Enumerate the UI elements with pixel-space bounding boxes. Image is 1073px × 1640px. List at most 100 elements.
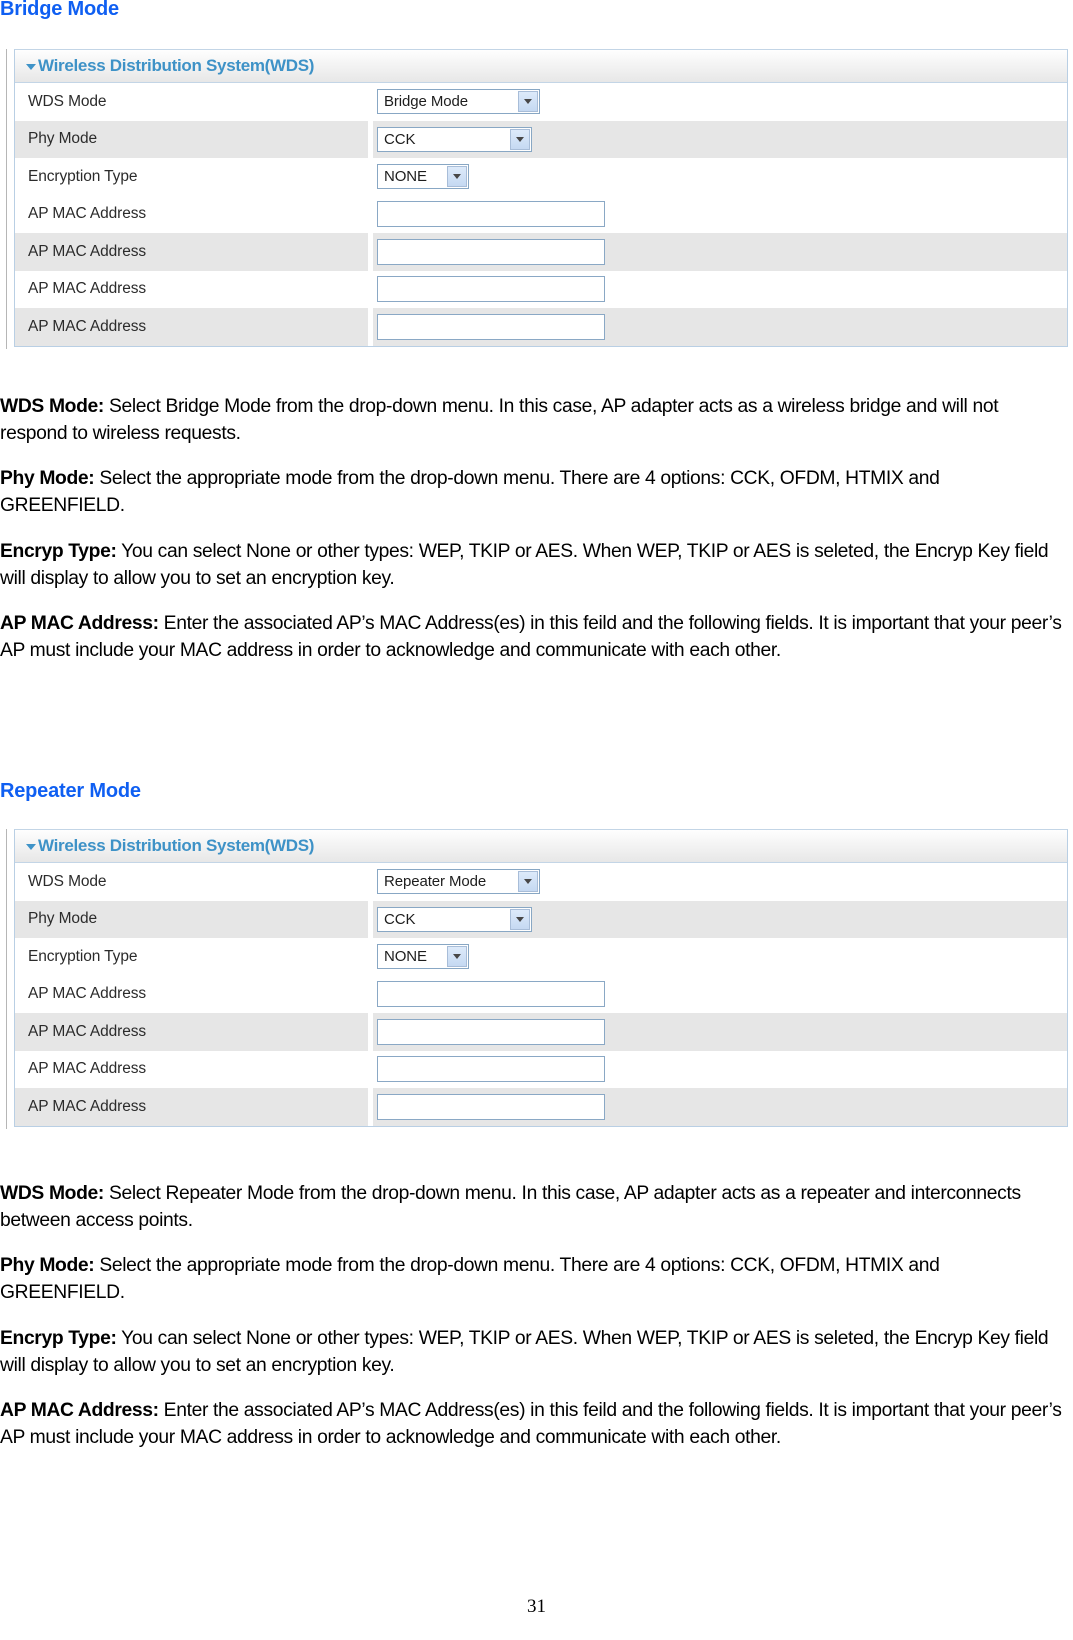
paragraph-body: Select the appropriate mode from the dro… <box>0 468 940 516</box>
page-number: 31 <box>527 1596 546 1617</box>
paragraph-term: Phy Mode: <box>0 1255 95 1276</box>
table-row: AP MAC Address <box>15 1088 1067 1126</box>
chevron-down-icon[interactable] <box>510 128 530 150</box>
paragraph-wds-mode-repeater: WDS Mode: Select Repeater Mode from the … <box>0 1180 1066 1234</box>
ap-mac-address-input-1[interactable] <box>377 981 605 1008</box>
wds-mode-select-repeater[interactable]: Repeater Mode <box>377 869 540 895</box>
row-value: Bridge Mode <box>373 83 1067 121</box>
wds-panel-title: Wireless Distribution System(WDS) <box>38 56 315 75</box>
row-value <box>373 308 1067 346</box>
wds-panel-header-bridge[interactable]: Wireless Distribution System(WDS) <box>15 50 1067 83</box>
row-value: NONE <box>373 938 1067 976</box>
row-label: Encryption Type <box>15 938 368 976</box>
panel-left-rail-bridge <box>6 49 7 349</box>
paragraph-term: Encryp Type: <box>0 541 117 562</box>
row-value <box>373 1013 1067 1051</box>
paragraph-ap-mac-address-repeater: AP MAC Address: Enter the associated AP’… <box>0 1397 1066 1451</box>
row-value: Repeater Mode <box>373 863 1067 901</box>
row-label: WDS Mode <box>15 863 368 901</box>
table-row: AP MAC Address <box>15 1050 1067 1088</box>
row-value <box>373 195 1067 233</box>
panel-left-rail-repeater <box>6 829 7 1129</box>
row-label: Encryption Type <box>15 158 368 196</box>
chevron-down-icon[interactable] <box>510 908 530 930</box>
paragraph-body: You can select None or other types: WEP,… <box>0 541 1049 589</box>
row-value: CCK <box>373 120 1067 158</box>
paragraph-body: Select Repeater Mode from the drop-down … <box>0 1183 1021 1231</box>
table-row: Encryption Type NONE <box>15 158 1067 196</box>
paragraph-encryp-type-bridge: Encryp Type: You can select None or othe… <box>0 538 1066 592</box>
page-title-repeater-mode: Repeater Mode <box>0 780 141 802</box>
table-row: AP MAC Address <box>15 233 1067 271</box>
table-row: AP MAC Address <box>15 308 1067 346</box>
paragraph-encryp-type-repeater: Encryp Type: You can select None or othe… <box>0 1325 1066 1379</box>
encryption-type-select-value: NONE <box>384 168 427 186</box>
paragraph-phy-mode-repeater: Phy Mode: Select the appropriate mode fr… <box>0 1252 1066 1306</box>
paragraph-phy-mode-bridge: Phy Mode: Select the appropriate mode fr… <box>0 465 1066 519</box>
row-label: AP MAC Address <box>15 1088 368 1126</box>
encryption-type-select-value: NONE <box>384 948 427 966</box>
wds-panel-header-repeater[interactable]: Wireless Distribution System(WDS) <box>15 830 1067 863</box>
row-label: AP MAC Address <box>15 308 368 346</box>
table-row: Encryption Type NONE <box>15 938 1067 976</box>
triangle-down-icon[interactable] <box>26 844 36 850</box>
paragraph-body: You can select None or other types: WEP,… <box>0 1328 1049 1376</box>
wds-mode-select-value: Bridge Mode <box>384 93 468 111</box>
ap-mac-address-input-1[interactable] <box>377 201 605 228</box>
ap-mac-address-input-3[interactable] <box>377 1056 605 1083</box>
table-row: WDS Mode Repeater Mode <box>15 863 1067 901</box>
row-value: CCK <box>373 900 1067 938</box>
row-value <box>373 233 1067 271</box>
encryption-type-select-repeater[interactable]: NONE <box>377 944 469 970</box>
ap-mac-address-input-4[interactable] <box>377 1093 605 1120</box>
paragraph-term: WDS Mode: <box>0 1183 104 1204</box>
wds-mode-select-bridge[interactable]: Bridge Mode <box>377 89 540 115</box>
table-row: Phy Mode CCK <box>15 900 1067 938</box>
wds-mode-select-value: Repeater Mode <box>384 873 487 891</box>
encryption-type-select-bridge[interactable]: NONE <box>377 164 469 190</box>
row-value: NONE <box>373 158 1067 196</box>
phy-mode-select-bridge[interactable]: CCK <box>377 126 532 152</box>
ap-mac-address-input-2[interactable] <box>377 238 605 265</box>
table-row: AP MAC Address <box>15 270 1067 308</box>
row-value <box>373 1050 1067 1088</box>
paragraph-term: WDS Mode: <box>0 396 104 417</box>
phy-mode-select-value: CCK <box>384 130 416 148</box>
ap-mac-address-input-2[interactable] <box>377 1018 605 1045</box>
wds-panel-bridge: Wireless Distribution System(WDS) WDS Mo… <box>14 49 1068 347</box>
paragraph-term: Phy Mode: <box>0 468 95 489</box>
paragraph-body: Enter the associated AP’s MAC Address(es… <box>0 1400 1062 1448</box>
row-value <box>373 270 1067 308</box>
chevron-down-icon[interactable] <box>447 946 467 968</box>
chevron-down-icon[interactable] <box>518 91 538 113</box>
paragraph-body: Select the appropriate mode from the dro… <box>0 1255 940 1303</box>
wds-panel-repeater: Wireless Distribution System(WDS) WDS Mo… <box>14 829 1068 1127</box>
table-row: AP MAC Address <box>15 195 1067 233</box>
page-title-bridge-mode: Bridge Mode <box>0 0 119 20</box>
row-label: AP MAC Address <box>15 1013 368 1051</box>
row-label: AP MAC Address <box>15 233 368 271</box>
paragraph-wds-mode-bridge: WDS Mode: Select Bridge Mode from the dr… <box>0 393 1066 447</box>
wds-panel-title: Wireless Distribution System(WDS) <box>38 836 315 855</box>
chevron-down-icon[interactable] <box>518 871 538 893</box>
paragraph-term: AP MAC Address: <box>0 1400 159 1421</box>
phy-mode-select-repeater[interactable]: CCK <box>377 906 532 932</box>
row-value <box>373 1088 1067 1126</box>
triangle-down-icon[interactable] <box>26 64 36 70</box>
row-label: AP MAC Address <box>15 975 368 1013</box>
phy-mode-select-value: CCK <box>384 910 416 928</box>
chevron-down-icon[interactable] <box>447 166 467 188</box>
table-row: Phy Mode CCK <box>15 120 1067 158</box>
paragraph-term: Encryp Type: <box>0 1328 117 1349</box>
row-label: Phy Mode <box>15 900 368 938</box>
ap-mac-address-input-3[interactable] <box>377 276 605 303</box>
ap-mac-address-input-4[interactable] <box>377 313 605 340</box>
paragraph-term: AP MAC Address: <box>0 613 159 634</box>
table-row: WDS Mode Bridge Mode <box>15 83 1067 121</box>
row-value <box>373 975 1067 1013</box>
row-label: Phy Mode <box>15 120 368 158</box>
table-row: AP MAC Address <box>15 975 1067 1013</box>
row-label: WDS Mode <box>15 83 368 121</box>
row-label: AP MAC Address <box>15 270 368 308</box>
row-label: AP MAC Address <box>15 195 368 233</box>
